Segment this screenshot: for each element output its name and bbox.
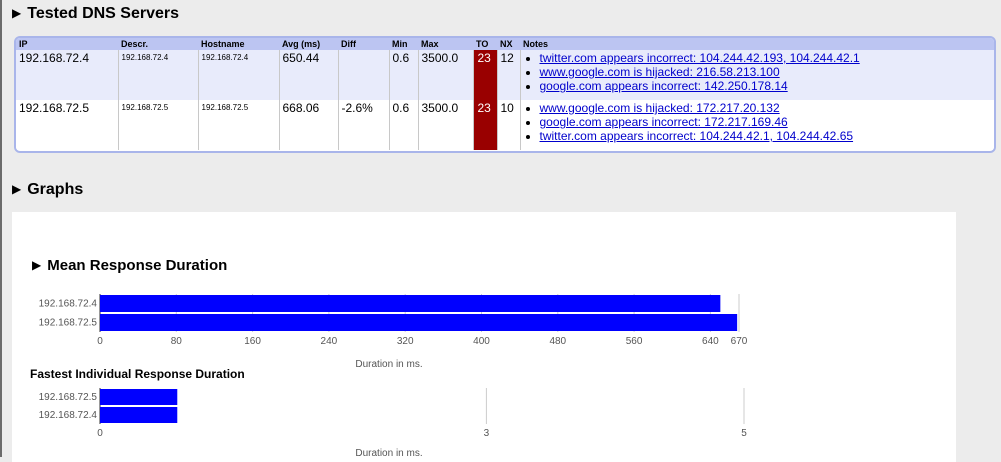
table-row: 192.168.72.5 192.168.72.5 192.168.72.5 6… (16, 100, 994, 150)
expand-triangle-icon[interactable]: ▶ (12, 182, 21, 196)
tick-label: 480 (549, 336, 566, 347)
section-title: Graphs (27, 181, 84, 198)
tick-label: 80 (171, 336, 183, 347)
ip-cell: 192.168.72.4 (16, 50, 119, 100)
bar (100, 295, 721, 312)
avg-cell: 650.44 (279, 50, 339, 100)
column-header[interactable]: Max (418, 38, 473, 50)
tick-label: 670 (731, 336, 748, 347)
min-cell: 0.6 (389, 50, 419, 100)
list-item: twitter.com appears incorrect: 104.244.4… (540, 129, 995, 143)
avg-cell: 668.06 (279, 100, 339, 150)
tick-label: 3 (484, 428, 490, 439)
diff-cell: -2.6% (338, 100, 390, 150)
hostname-cell: 192.168.72.4 (198, 50, 280, 100)
note-link[interactable]: twitter.com appears incorrect: 104.244.4… (540, 51, 860, 65)
expand-triangle-icon[interactable]: ▶ (12, 6, 21, 20)
diff-cell (338, 50, 390, 100)
fastest-response-chart: 192.168.72.5 192.168.72.4 0 3 5 Duration in m… (39, 388, 747, 459)
list-item: google.com appears incorrect: 172.217.16… (540, 115, 995, 129)
left-border (0, 0, 2, 457)
table-row: 192.168.72.4 192.168.72.4 192.168.72.4 6… (16, 50, 994, 100)
note-link[interactable]: google.com appears incorrect: 142.250.17… (540, 79, 788, 93)
results-table-container: IP Descr. Hostname Avg (ms) Diff Min Max… (14, 36, 996, 153)
timeout-cell: 23 (473, 50, 498, 100)
results-table: IP Descr. Hostname Avg (ms) Diff Min Max… (16, 38, 994, 150)
bar (100, 407, 178, 423)
notes-list: twitter.com appears incorrect: 104.244.4… (524, 51, 995, 93)
x-axis-label: Duration in ms. (355, 448, 422, 459)
category-label: 192.168.72.4 (39, 299, 98, 310)
hostname-cell: 192.168.72.5 (198, 100, 280, 150)
tick-label: 320 (397, 336, 414, 347)
bar (100, 389, 178, 405)
chart-title-text: Mean Response Duration (47, 257, 228, 274)
category-label: 192.168.72.4 (39, 410, 98, 421)
column-header[interactable]: Descr. (118, 38, 198, 50)
x-axis-label: Duration in ms. (355, 359, 422, 370)
tick-label: 0 (97, 428, 103, 439)
tested-dns-servers-heading[interactable]: ▶ Tested DNS Servers (12, 4, 179, 24)
max-cell: 3500.0 (418, 50, 474, 100)
bar (100, 314, 738, 331)
note-link[interactable]: twitter.com appears incorrect: 104.244.4… (540, 129, 854, 143)
column-header[interactable]: Min (389, 38, 418, 50)
notes-list: www.google.com is hijacked: 172.217.20.1… (524, 101, 995, 143)
note-link[interactable]: google.com appears incorrect: 172.217.16… (540, 115, 788, 129)
tick-label: 240 (321, 336, 338, 347)
tick-label: 640 (702, 336, 719, 347)
column-header[interactable]: TO (473, 38, 497, 50)
column-header[interactable]: IP (16, 38, 118, 50)
tick-label: 400 (473, 336, 490, 347)
column-header[interactable]: NX (497, 38, 520, 50)
section-title: Tested DNS Servers (27, 5, 180, 22)
note-link[interactable]: www.google.com is hijacked: 216.58.213.1… (540, 65, 780, 79)
tick-label: 5 (741, 428, 747, 439)
list-item: www.google.com is hijacked: 172.217.20.1… (540, 101, 995, 115)
list-item: twitter.com appears incorrect: 104.244.4… (540, 51, 995, 65)
timeout-cell: 23 (473, 100, 498, 150)
column-header[interactable]: Notes (520, 38, 994, 50)
list-item: google.com appears incorrect: 142.250.17… (540, 79, 995, 93)
expand-triangle-icon[interactable]: ▶ (32, 258, 41, 272)
ip-cell: 192.168.72.5 (16, 100, 119, 150)
graphs-heading[interactable]: ▶ Graphs (12, 180, 83, 200)
min-cell: 0.6 (389, 100, 419, 150)
descr-cell: 192.168.72.4 (118, 50, 199, 100)
descr-cell: 192.168.72.5 (118, 100, 199, 150)
category-label: 192.168.72.5 (39, 318, 98, 329)
tick-label: 0 (97, 336, 103, 347)
list-item: www.google.com is hijacked: 216.58.213.1… (540, 65, 995, 79)
notes-cell: twitter.com appears incorrect: 104.244.4… (520, 50, 994, 100)
tick-label: 160 (244, 336, 261, 347)
column-header[interactable]: Avg (ms) (279, 38, 338, 50)
tick-label: 560 (626, 336, 643, 347)
note-link[interactable]: www.google.com is hijacked: 172.217.20.1… (540, 101, 780, 115)
column-header[interactable]: Hostname (198, 38, 279, 50)
graphs-panel: ▶ Mean Response Duration Fastest Individu… (12, 212, 956, 462)
nx-cell: 10 (497, 100, 521, 150)
column-header[interactable]: Diff (338, 38, 389, 50)
max-cell: 3500.0 (418, 100, 474, 150)
table-header-row: IP Descr. Hostname Avg (ms) Diff Min Max… (16, 38, 994, 50)
notes-cell: www.google.com is hijacked: 172.217.20.1… (520, 100, 994, 150)
chart-title[interactable]: ▶ Mean Response Duration (32, 257, 227, 274)
category-label: 192.168.72.5 (39, 392, 98, 403)
nx-cell: 12 (497, 50, 521, 100)
